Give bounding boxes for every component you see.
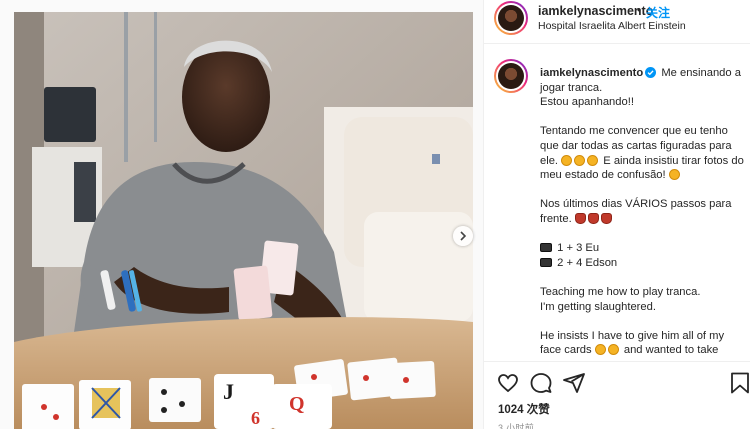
card-label-j: J bbox=[223, 379, 234, 404]
footprints-emoji-icon bbox=[587, 212, 599, 224]
caption-text: iamkelynascimento Me ensinando a jogar t… bbox=[540, 66, 744, 361]
footprints-emoji-icon bbox=[600, 212, 612, 224]
caption-username[interactable]: iamkelynascimento bbox=[540, 67, 643, 79]
footprints-emoji-icon bbox=[574, 212, 586, 224]
like-button[interactable] bbox=[496, 371, 520, 395]
camera-emoji-icon bbox=[540, 243, 552, 253]
comment-button[interactable] bbox=[529, 371, 553, 395]
post-header: iamkelynascimento • 关注 Hospital Israelit… bbox=[484, 0, 750, 44]
share-button[interactable] bbox=[562, 371, 586, 395]
english-line-3b: and wanted to take bbox=[623, 344, 719, 357]
caption-avatar[interactable] bbox=[494, 59, 528, 93]
dizzy-emoji-icon bbox=[668, 169, 680, 181]
thinking-emoji-icon bbox=[594, 344, 606, 356]
like-count[interactable]: 1024 次赞 bbox=[498, 401, 550, 417]
save-button[interactable] bbox=[728, 371, 750, 395]
bookmark-icon bbox=[731, 372, 749, 394]
send-icon bbox=[563, 373, 585, 393]
comment-icon bbox=[530, 373, 552, 393]
caption-line-2: Estou apanhando!! bbox=[540, 96, 634, 109]
post-sidebar: iamkelynascimento • 关注 Hospital Israelit… bbox=[483, 0, 750, 429]
card-label-6: 6 bbox=[251, 408, 260, 428]
caption-area[interactable]: iamkelynascimento Me ensinando a jogar t… bbox=[484, 52, 750, 361]
next-photo-button[interactable] bbox=[453, 226, 473, 246]
thinking-emoji-icon bbox=[574, 154, 586, 166]
thinking-emoji-icon bbox=[561, 154, 573, 166]
score-line-1: 1 + 3 Eu bbox=[557, 242, 600, 255]
score-line-2: 2 + 4 Edson bbox=[557, 256, 618, 269]
post-timestamp[interactable]: 3 小时前 bbox=[498, 421, 534, 429]
follow-button[interactable]: 关注 bbox=[646, 4, 670, 21]
separator-dot: • bbox=[637, 3, 642, 17]
post-actions: 1024 次赞 3 小时前 bbox=[484, 361, 750, 429]
heart-icon bbox=[498, 374, 518, 393]
camera-emoji-icon bbox=[540, 257, 552, 267]
english-line-2: I'm getting slaughtered. bbox=[540, 300, 656, 313]
avatar[interactable] bbox=[494, 1, 528, 35]
location-link[interactable]: Hospital Israelita Albert Einstein bbox=[538, 20, 686, 32]
card-label-q: Q bbox=[289, 393, 305, 415]
chevron-right-icon bbox=[460, 231, 467, 241]
english-line-1: Teaching me how to play tranca. bbox=[540, 285, 701, 298]
thinking-emoji-icon bbox=[607, 344, 619, 356]
caption-paragraph-3: Nos últimos dias VÁRIOS passos para fren… bbox=[540, 198, 732, 225]
post-photo[interactable]: J 6 Q bbox=[14, 12, 473, 429]
thinking-emoji-icon bbox=[587, 154, 599, 166]
post-media-area: J 6 Q bbox=[0, 0, 483, 429]
verified-badge-icon bbox=[645, 67, 657, 78]
